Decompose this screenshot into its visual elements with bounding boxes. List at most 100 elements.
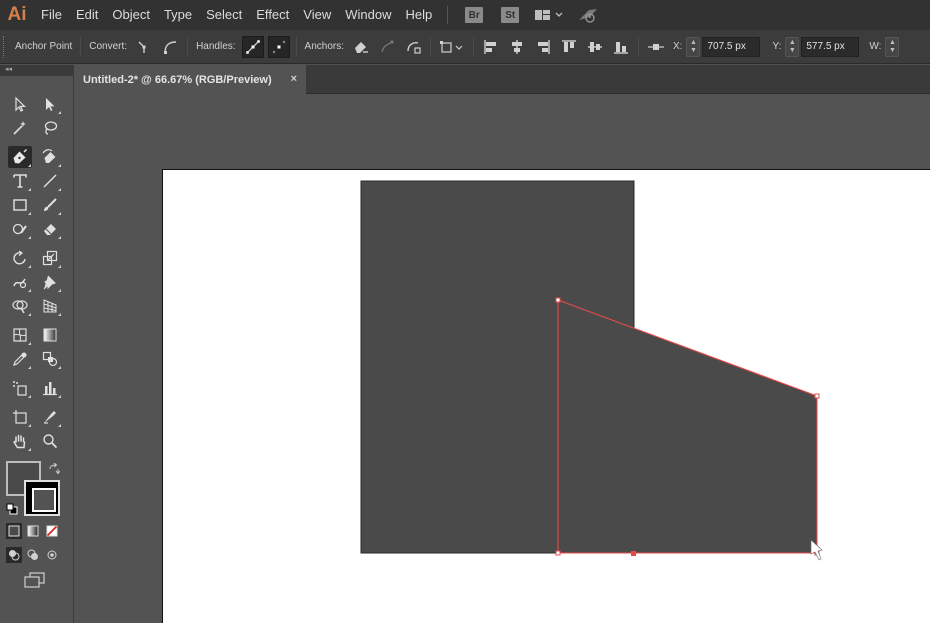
- artwork-layer[interactable]: [74, 94, 930, 623]
- column-graph-tool[interactable]: [38, 377, 62, 399]
- screen-mode-icon: [24, 572, 45, 588]
- align-left-button[interactable]: [480, 36, 502, 58]
- selection-tool[interactable]: [8, 93, 32, 115]
- tools-panel-collapse[interactable]: ◂◂: [0, 65, 73, 76]
- menu-type[interactable]: Type: [157, 0, 199, 30]
- connect-endpoints-button[interactable]: [376, 36, 398, 58]
- color-mode-row: [6, 523, 60, 539]
- align-bottom-button[interactable]: [610, 36, 632, 58]
- select-similar-button[interactable]: [437, 36, 467, 58]
- gradient-mode-button[interactable]: [25, 523, 41, 539]
- anchor-point[interactable]: [555, 550, 561, 556]
- screen-mode-button[interactable]: [24, 572, 46, 591]
- menu-effect[interactable]: Effect: [249, 0, 296, 30]
- chevron-up-icon: ▲: [888, 38, 896, 46]
- eyedropper-tool[interactable]: [8, 348, 32, 370]
- draw-normal-button[interactable]: [6, 547, 22, 563]
- stroke-color-swatch[interactable]: [24, 480, 60, 516]
- puppet-warp-tool[interactable]: [38, 271, 62, 293]
- stock-button[interactable]: St: [501, 7, 520, 23]
- pen-tool[interactable]: [8, 146, 32, 168]
- magic-wand-tool[interactable]: [8, 117, 32, 139]
- menu-view[interactable]: View: [296, 0, 338, 30]
- slice-tool[interactable]: [38, 406, 62, 428]
- rotate-tool[interactable]: [8, 247, 32, 269]
- hand-tool[interactable]: [8, 430, 32, 452]
- align-right-button[interactable]: [532, 36, 554, 58]
- swap-fill-stroke-icon[interactable]: [48, 462, 61, 478]
- cut-path-button[interactable]: [402, 36, 424, 58]
- rectangle-tool[interactable]: [8, 194, 32, 216]
- select-similar-icon: [440, 40, 463, 53]
- bridge-button[interactable]: Br: [465, 7, 484, 23]
- y-stepper[interactable]: ▲ ▼: [785, 36, 800, 57]
- menu-file[interactable]: File: [34, 0, 69, 30]
- control-bar-grip[interactable]: [3, 35, 11, 58]
- shaper-icon: [12, 223, 27, 235]
- line-segment-tool[interactable]: [38, 170, 62, 192]
- align-center-v-button[interactable]: [584, 36, 606, 58]
- magnifier-icon: [43, 434, 58, 449]
- show-handles-button[interactable]: [241, 35, 264, 58]
- eraser-tool[interactable]: [38, 218, 62, 240]
- y-field: Y: ▲ ▼ 577.5 px: [768, 36, 860, 57]
- drawing-mode-row: [6, 547, 60, 563]
- artboard-tool[interactable]: [8, 406, 32, 428]
- menu-object[interactable]: Object: [105, 0, 157, 30]
- lasso-tool[interactable]: [38, 117, 62, 139]
- color-mode-button[interactable]: [6, 523, 22, 539]
- w-stepper[interactable]: ▲ ▼: [885, 36, 900, 57]
- convert-to-smooth-button[interactable]: [159, 36, 181, 58]
- align-center-h-button[interactable]: [506, 36, 528, 58]
- anchor-point[interactable]: [814, 393, 820, 399]
- w-label: W:: [869, 41, 882, 52]
- artboard-icon: [13, 410, 27, 424]
- eraser-icon: [44, 224, 56, 235]
- direct-selection-arrow-icon: [46, 98, 55, 111]
- align-vertical-center-icon: [588, 41, 602, 52]
- hide-handles-button[interactable]: [267, 35, 290, 58]
- shape-builder-icon: [12, 300, 28, 314]
- menu-edit[interactable]: Edit: [69, 0, 105, 30]
- zoom-tool[interactable]: [38, 430, 62, 452]
- solid-color-icon: [8, 525, 20, 537]
- connect-path-icon: [381, 39, 394, 52]
- gradient-tool[interactable]: [38, 324, 62, 346]
- convert-to-corner-button[interactable]: [133, 36, 155, 58]
- document-tab[interactable]: Untitled-2* @ 66.67% (RGB/Preview) ×: [74, 65, 306, 94]
- align-top-button[interactable]: [558, 36, 580, 58]
- y-input[interactable]: 577.5 px: [801, 36, 860, 57]
- direct-selection-tool[interactable]: [38, 93, 62, 115]
- draw-normal-icon: [9, 550, 20, 561]
- scale-tool[interactable]: [38, 247, 62, 269]
- x-stepper[interactable]: ▲ ▼: [686, 36, 701, 57]
- reference-point-button[interactable]: [645, 36, 667, 58]
- perspective-grid-tool[interactable]: [38, 295, 62, 317]
- curvature-tool[interactable]: [38, 146, 62, 168]
- mesh-tool[interactable]: [8, 324, 32, 346]
- blend-tool[interactable]: [38, 348, 62, 370]
- gpu-performance-icon[interactable]: [576, 6, 600, 24]
- workspace-layout-icon[interactable]: [534, 8, 564, 22]
- remove-anchor-button[interactable]: [350, 36, 372, 58]
- draw-behind-button[interactable]: [25, 547, 41, 563]
- canvas-area[interactable]: [74, 94, 930, 623]
- menu-help[interactable]: Help: [398, 0, 439, 30]
- none-mode-button[interactable]: [44, 523, 60, 539]
- close-tab-button[interactable]: ×: [291, 73, 297, 85]
- symbol-sprayer-tool[interactable]: [8, 377, 32, 399]
- draw-inside-button[interactable]: [44, 547, 60, 563]
- shaper-tool[interactable]: [8, 218, 32, 240]
- anchor-point[interactable]: [555, 297, 561, 303]
- menu-select[interactable]: Select: [199, 0, 249, 30]
- align-horizontal-center-icon: [512, 39, 522, 54]
- convert-corner-icon: [138, 41, 146, 53]
- selected-path-shape[interactable]: [558, 300, 817, 553]
- paintbrush-tool[interactable]: [38, 194, 62, 216]
- menu-window[interactable]: Window: [338, 0, 398, 30]
- default-fill-stroke-icon[interactable]: [6, 503, 18, 518]
- shape-builder-tool[interactable]: [8, 295, 32, 317]
- x-input[interactable]: 707.5 px: [702, 36, 761, 57]
- warp-tool[interactable]: [8, 271, 32, 293]
- type-tool[interactable]: [8, 170, 32, 192]
